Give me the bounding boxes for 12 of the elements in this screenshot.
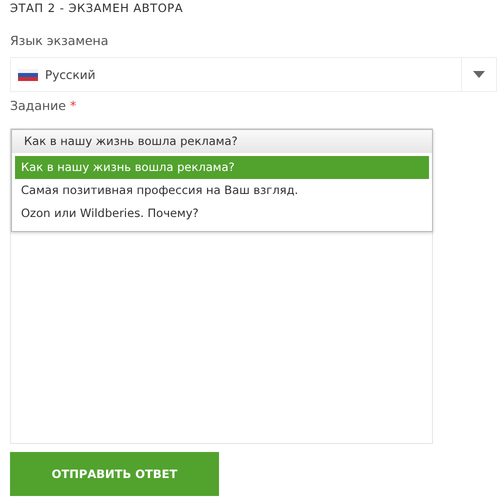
dropdown-option[interactable]: Ozon или Wildberies. Почему? [15, 202, 429, 225]
dropdown-arrow-icon[interactable] [473, 71, 485, 78]
answer-box[interactable]: Как в нашу жизнь вошла реклама? Как в нашу жизнь вошла реклама? Самая позитивная профессия на Ваш взгляд. Ozon или Wildberies. Почему? [10, 128, 433, 444]
section-heading: ЭТАП 2 - ЭКЗАМЕН АВТОРА [10, 0, 184, 16]
task-select[interactable]: Как в нашу жизнь вошла реклама? [12, 130, 432, 153]
required-mark: * [70, 98, 76, 113]
field-label: Задание [10, 98, 66, 113]
field-label: Язык экзамена [10, 33, 110, 49]
select-value: Русский [45, 68, 96, 82]
flag-icon [18, 68, 38, 80]
dropdown-option[interactable]: Самая позитивная профессия на Ваш взгляд. [15, 179, 429, 202]
language-select[interactable]: Русский [10, 57, 497, 92]
